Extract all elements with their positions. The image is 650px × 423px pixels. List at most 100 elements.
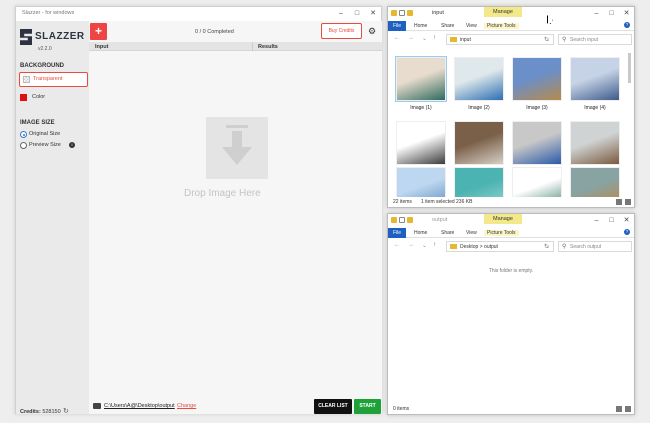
explorer-input-window: input Manage – □ ✕ File Home Share View … [387, 6, 635, 208]
help-icon[interactable]: ? [624, 229, 630, 235]
address-bar[interactable]: input ⌄ [446, 34, 554, 45]
explorer-titlebar: input Manage – □ ✕ [388, 7, 634, 21]
address-bar[interactable]: Desktop > output ⌄ [446, 241, 554, 252]
main-panel: + 0 / 0 Completed Buy Credits ⚙ Input Re… [89, 21, 382, 414]
tab-file[interactable]: File [388, 228, 406, 238]
column-header: Input Results [89, 42, 382, 51]
preview-size-radio[interactable] [20, 142, 27, 149]
back-arrow-icon[interactable]: ← [394, 242, 400, 248]
help-icon[interactable]: ? [624, 22, 630, 28]
close-button[interactable]: ✕ [365, 7, 381, 21]
image-preview [512, 167, 562, 197]
buy-credits-button[interactable]: Buy Credits [321, 23, 362, 39]
up-arrow-icon[interactable]: ↑ [433, 35, 436, 41]
address-row: ← → ⌄ ↑ input ⌄ ↻ ⚲ [388, 33, 634, 47]
credits: Credits: 528150 [20, 409, 61, 415]
image-preview [454, 57, 504, 101]
file-thumbnail[interactable] [512, 167, 562, 197]
close-button[interactable]: ✕ [619, 7, 634, 21]
column-divider [252, 42, 253, 51]
scrollbar[interactable] [628, 53, 631, 83]
tab-share[interactable]: Share [441, 230, 454, 236]
chevron-down-icon[interactable]: ⌄ [422, 242, 427, 249]
slazzer-titlebar: Slazzer - for windows – □ ✕ [16, 7, 381, 21]
file-caption: Image (4) [584, 105, 606, 111]
address-text: input [460, 37, 471, 43]
back-arrow-icon[interactable]: ← [394, 35, 400, 41]
file-thumbnail[interactable]: Image (1) [395, 56, 447, 111]
properties-icon[interactable] [399, 10, 405, 16]
tab-home[interactable]: Home [414, 230, 427, 236]
file-caption: Image (2) [468, 105, 490, 111]
original-size-radio[interactable] [20, 131, 27, 138]
file-thumbnail[interactable] [570, 167, 620, 197]
folder-icon[interactable] [391, 10, 397, 16]
image-preview [396, 167, 446, 197]
file-grid: Image (1)Image (2)Image (3)Image (4)Imag… [388, 49, 634, 197]
bg-color-label[interactable]: Color [32, 94, 45, 100]
file-thumbnail[interactable]: Image (2) [454, 57, 504, 111]
manage-tab[interactable]: Manage [484, 7, 522, 17]
close-button[interactable]: ✕ [619, 214, 634, 228]
minimize-button[interactable]: – [333, 7, 349, 21]
maximize-button[interactable]: □ [604, 214, 619, 228]
explorer-titlebar: output Manage – □ ✕ [388, 214, 634, 228]
drop-zone-text[interactable]: Drop Image Here [184, 188, 261, 199]
maximize-button[interactable]: □ [349, 7, 365, 21]
new-folder-icon[interactable] [407, 217, 413, 223]
status-bar: 0 items [388, 404, 634, 414]
details-view-icon[interactable] [616, 406, 622, 412]
large-icons-view-icon[interactable] [625, 199, 631, 205]
tab-file[interactable]: File [388, 21, 406, 31]
file-thumbnail[interactable] [396, 167, 446, 197]
download-arrow-icon[interactable] [206, 117, 268, 179]
add-image-button[interactable]: + [90, 23, 107, 40]
minimize-button[interactable]: – [589, 7, 604, 21]
file-thumbnail[interactable]: Image (3) [512, 57, 562, 111]
gear-icon[interactable]: ⚙ [368, 26, 376, 37]
refresh-icon[interactable]: ↻ [544, 36, 549, 43]
image-preview [570, 57, 620, 101]
image-preview [454, 167, 504, 197]
info-icon[interactable]: i [69, 142, 75, 148]
bg-color-swatch[interactable] [20, 94, 27, 101]
file-thumbnail[interactable]: Image (4) [570, 57, 620, 111]
manage-tab[interactable]: Manage [484, 214, 522, 224]
tab-view[interactable]: View [466, 23, 477, 29]
chevron-down-icon[interactable]: ⌄ [422, 35, 427, 42]
forward-arrow-icon[interactable]: → [408, 242, 414, 248]
folder-icon[interactable] [391, 217, 397, 223]
refresh-icon[interactable]: ↻ [544, 243, 549, 250]
details-view-icon[interactable] [616, 199, 622, 205]
explorer-output-window: output Manage – □ ✕ File Home Share View… [387, 213, 635, 415]
change-path-link[interactable]: Change [177, 403, 196, 409]
search-input[interactable] [570, 36, 628, 44]
tab-picture-tools[interactable]: Picture Tools [484, 230, 519, 236]
search-box[interactable]: ⚲ [558, 34, 632, 45]
forward-arrow-icon[interactable]: → [408, 35, 414, 41]
refresh-credits-icon[interactable]: ↻ [63, 407, 69, 415]
original-size-label[interactable]: Original Size [29, 131, 60, 137]
explorer-title: input [432, 10, 444, 16]
slazzer-logo: SLAZZER [20, 29, 85, 45]
properties-icon[interactable] [399, 217, 405, 223]
image-preview [570, 121, 620, 165]
tab-picture-tools[interactable]: Picture Tools [484, 23, 519, 29]
up-arrow-icon[interactable]: ↑ [433, 242, 436, 248]
start-button[interactable]: START [354, 399, 381, 414]
tab-view[interactable]: View [466, 230, 477, 236]
results-column-header: Results [258, 43, 278, 50]
output-path[interactable]: C:\Users\A@\Desktop\output [104, 403, 175, 409]
tab-share[interactable]: Share [441, 23, 454, 29]
minimize-button[interactable]: – [589, 214, 604, 228]
preview-size-label[interactable]: Preview Size [29, 142, 61, 148]
bg-transparent-option[interactable]: Transparent [19, 72, 88, 87]
search-input[interactable] [570, 243, 628, 251]
maximize-button[interactable]: □ [604, 7, 619, 21]
tab-home[interactable]: Home [414, 23, 427, 29]
new-folder-icon[interactable] [407, 10, 413, 16]
search-box[interactable]: ⚲ [558, 241, 632, 252]
file-thumbnail[interactable] [454, 167, 504, 197]
clear-list-button[interactable]: CLEAR LIST [314, 399, 352, 414]
large-icons-view-icon[interactable] [625, 406, 631, 412]
